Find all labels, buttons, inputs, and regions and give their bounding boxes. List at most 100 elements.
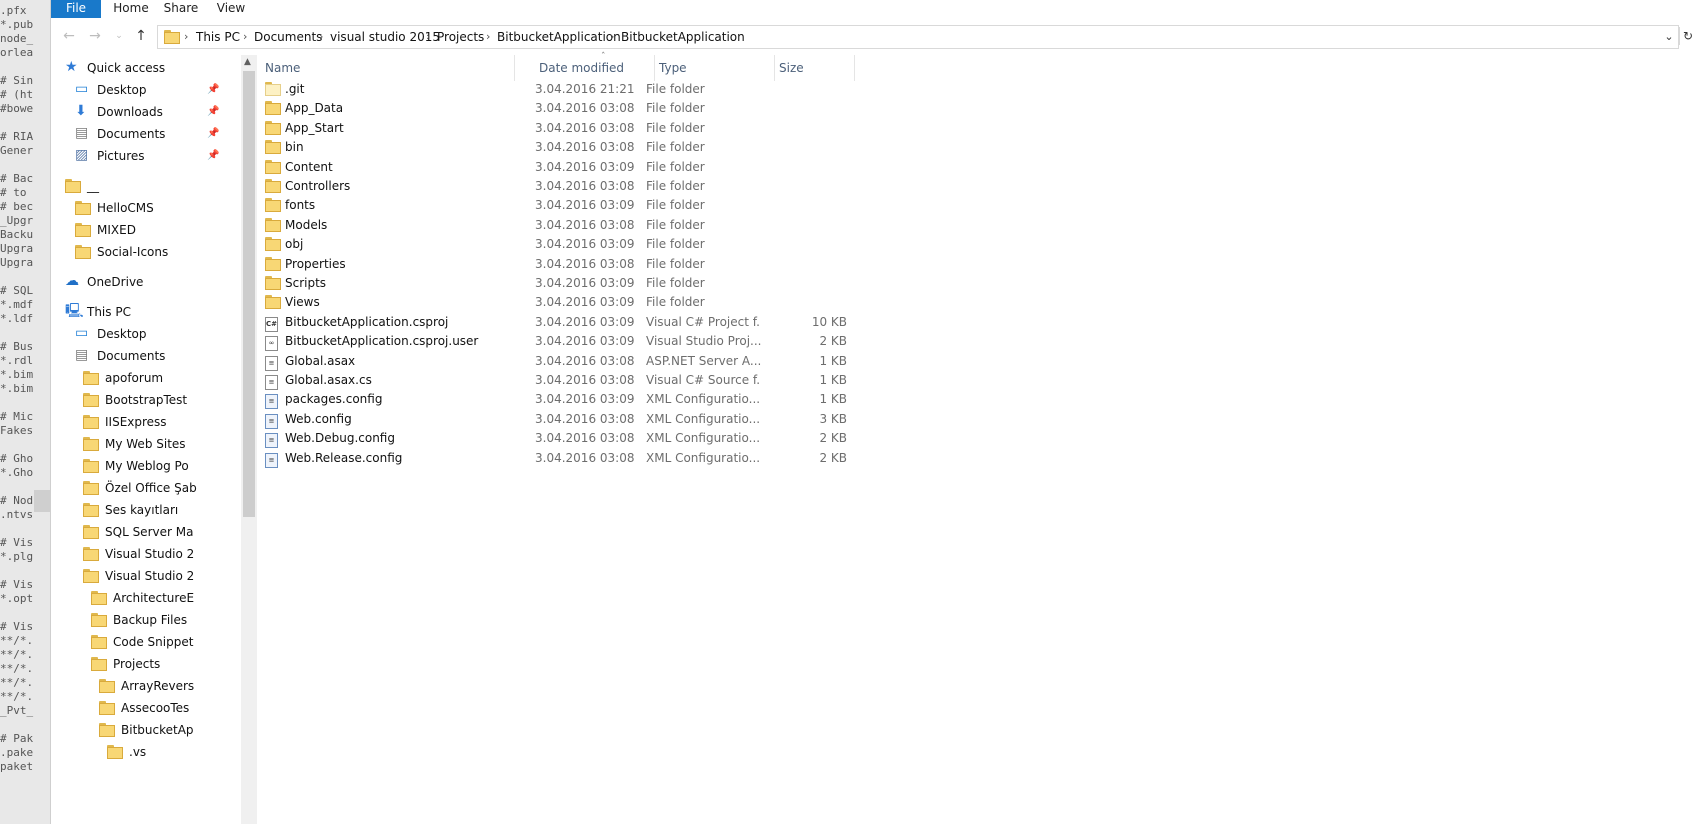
file-row[interactable]: ≡ Global.asax 3.04.2016 03:08 ASP.NET Serve… bbox=[261, 351, 861, 372]
file-row[interactable]: ≡ Web.Debug.config 3.04.2016 03:08 XML Conf… bbox=[261, 428, 861, 449]
tab-view[interactable]: View bbox=[211, 0, 251, 18]
nav-item[interactable]: __ bbox=[65, 175, 227, 197]
nav-item[interactable]: My Web Sites bbox=[83, 433, 227, 455]
file-row[interactable]: ≡ Web.config 3.04.2016 03:08 XML Configurat… bbox=[261, 409, 861, 430]
column-header-size[interactable]: Size bbox=[775, 55, 855, 81]
file-name: Controllers bbox=[285, 179, 351, 193]
breadcrumb-this-pc[interactable]: This PC bbox=[196, 26, 240, 48]
file-row[interactable]: fonts 3.04.2016 03:09 File folder bbox=[261, 195, 861, 216]
file-row[interactable]: App_Data 3.04.2016 03:08 File folder bbox=[261, 98, 861, 119]
file-row[interactable]: Controllers 3.04.2016 03:08 File folder bbox=[261, 176, 861, 197]
nav-item[interactable]: Social-Icons bbox=[75, 241, 227, 263]
editor-line: .pfx bbox=[0, 4, 27, 17]
column-header-name[interactable]: Name bbox=[261, 55, 515, 81]
nav-item[interactable]: Code Snippet bbox=[91, 631, 227, 653]
pin-icon[interactable]: 📌 bbox=[207, 123, 219, 145]
editor-line: paket bbox=[0, 760, 34, 773]
forward-arrow-icon[interactable]: → bbox=[85, 26, 105, 46]
scrollbar-thumb[interactable] bbox=[243, 71, 255, 517]
file-size: 1 KB bbox=[819, 373, 847, 387]
up-arrow-icon[interactable]: ↑ bbox=[131, 26, 151, 46]
file-row[interactable]: Content 3.04.2016 03:09 File folder bbox=[261, 157, 861, 178]
breadcrumb-visual-studio-2015[interactable]: visual studio 2015 bbox=[330, 26, 440, 48]
tab-file[interactable]: File bbox=[51, 0, 101, 18]
breadcrumb-documents[interactable]: Documents bbox=[254, 26, 322, 48]
breadcrumb-separator-icon[interactable]: › bbox=[610, 26, 614, 48]
nav-item[interactable]: BootstrapTest bbox=[83, 389, 227, 411]
breadcrumb-bitbucketapplication-current[interactable]: BitbucketApplication bbox=[621, 26, 745, 48]
file-row[interactable]: bin 3.04.2016 03:08 File folder bbox=[261, 137, 861, 158]
nav-item[interactable]: ▭ Desktop 📌 bbox=[75, 79, 227, 101]
file-row[interactable]: Models 3.04.2016 03:08 File folder bbox=[261, 215, 861, 236]
back-arrow-icon[interactable]: ← bbox=[59, 26, 79, 46]
nav-item[interactable]: ⬇ Downloads 📌 bbox=[75, 101, 227, 123]
file-row[interactable]: Scripts 3.04.2016 03:09 File folder bbox=[261, 273, 861, 294]
breadcrumb-separator-icon[interactable]: › bbox=[243, 26, 247, 48]
chevron-down-icon[interactable]: ⌄ bbox=[1662, 26, 1676, 48]
nav-item[interactable]: Visual Studio 2 bbox=[83, 565, 227, 587]
nav-item[interactable]: ▨ Pictures 📌 bbox=[75, 145, 227, 167]
folder-icon bbox=[91, 590, 107, 609]
breadcrumb-separator-icon[interactable]: › bbox=[486, 26, 490, 48]
file-size bbox=[775, 292, 847, 313]
nav-item[interactable]: Visual Studio 2 bbox=[83, 543, 227, 565]
nav-item[interactable]: Backup Files bbox=[91, 609, 227, 631]
file-name: BitbucketApplication.csproj bbox=[285, 314, 449, 329]
nav-item[interactable]: ArchitectureE bbox=[91, 587, 227, 609]
nav-item[interactable]: ☁ OneDrive bbox=[65, 271, 227, 293]
nav-item[interactable]: ArrayRevers bbox=[99, 675, 227, 697]
breadcrumb-separator-icon[interactable]: › bbox=[184, 26, 188, 48]
file-row[interactable]: Properties 3.04.2016 03:08 File folder bbox=[261, 254, 861, 275]
nav-item[interactable]: ▭ Desktop bbox=[75, 323, 227, 345]
nav-item[interactable]: HelloCMS bbox=[75, 197, 227, 219]
file-row[interactable]: ≡ packages.config 3.04.2016 03:09 XML Confi… bbox=[261, 389, 861, 410]
nav-item[interactable]: Özel Office Şab bbox=[83, 477, 227, 499]
pin-icon[interactable]: 📌 bbox=[207, 101, 219, 123]
nav-item[interactable]: IISExpress bbox=[83, 411, 227, 433]
nav-item-label: ArchitectureE bbox=[113, 591, 195, 605]
pin-icon[interactable]: 📌 bbox=[207, 79, 219, 101]
nav-item[interactable]: .vs bbox=[107, 741, 227, 763]
nav-item[interactable]: ▤ Documents 📌 bbox=[75, 123, 227, 145]
file-size bbox=[775, 254, 847, 275]
breadcrumb-separator-icon[interactable]: › bbox=[319, 26, 323, 48]
nav-item[interactable]: Projects bbox=[91, 653, 227, 675]
nav-item[interactable]: SQL Server Ma bbox=[83, 521, 227, 543]
navigation-pane-scrollbar[interactable]: ▲ bbox=[241, 55, 257, 824]
address-bar[interactable]: › This PC › Documents › visual studio 20… bbox=[157, 25, 1679, 49]
file-type: File folder bbox=[646, 198, 705, 213]
file-row[interactable]: App_Start 3.04.2016 03:08 File folder bbox=[261, 118, 861, 139]
folder-icon bbox=[83, 502, 99, 521]
file-row[interactable]: .git 3.04.2016 21:21 File folder bbox=[261, 79, 861, 100]
nav-item[interactable]: AssecooTes bbox=[99, 697, 227, 719]
nav-item[interactable]: My Weblog Po bbox=[83, 455, 227, 477]
file-row[interactable]: C# BitbucketApplication.csproj 3.04.2016 0… bbox=[261, 312, 861, 333]
nav-item[interactable]: apoforum bbox=[83, 367, 227, 389]
file-row[interactable]: Views 3.04.2016 03:09 File folder bbox=[261, 292, 861, 313]
cloud-icon: ☁ bbox=[65, 273, 79, 289]
scroll-up-icon[interactable]: ▲ bbox=[244, 57, 251, 67]
nav-item[interactable]: ★ Quick access bbox=[65, 57, 227, 79]
nav-item[interactable]: ▤ Documents bbox=[75, 345, 227, 367]
breadcrumb-separator-icon[interactable]: › bbox=[426, 26, 430, 48]
nav-item[interactable]: MIXED bbox=[75, 219, 227, 241]
pin-icon[interactable]: 📌 bbox=[207, 145, 219, 167]
file-type: XML Configuratio... bbox=[646, 431, 761, 446]
nav-item[interactable]: Ses kayıtları bbox=[83, 499, 227, 521]
refresh-icon[interactable]: ↻ bbox=[1679, 27, 1695, 45]
column-header-date-modified[interactable]: Date modified bbox=[535, 55, 655, 81]
breadcrumb-projects[interactable]: Projects bbox=[437, 26, 484, 48]
file-date-modified: 3.04.2016 03:08 bbox=[535, 450, 635, 465]
breadcrumb-bitbucketapplication[interactable]: BitbucketApplication bbox=[497, 26, 621, 48]
nav-item[interactable]: 🖳 This PC bbox=[65, 301, 227, 323]
tab-home[interactable]: Home bbox=[109, 0, 153, 18]
file-row[interactable]: obj 3.04.2016 03:09 File folder bbox=[261, 234, 861, 255]
recent-locations-icon[interactable]: ⌄ bbox=[109, 26, 129, 46]
nav-item[interactable]: BitbucketAp bbox=[99, 719, 227, 741]
file-type: File folder bbox=[646, 101, 705, 116]
column-header-type[interactable]: Type bbox=[655, 55, 775, 81]
file-row[interactable]: ≡ Web.Release.config 3.04.2016 03:08 XML Co… bbox=[261, 448, 861, 469]
tab-share[interactable]: Share bbox=[159, 0, 203, 18]
file-row[interactable]: ≡ Global.asax.cs 3.04.2016 03:08 Visual C# … bbox=[261, 370, 861, 391]
file-row[interactable]: ∞ BitbucketApplication.csproj.user 3.04.20… bbox=[261, 331, 861, 352]
